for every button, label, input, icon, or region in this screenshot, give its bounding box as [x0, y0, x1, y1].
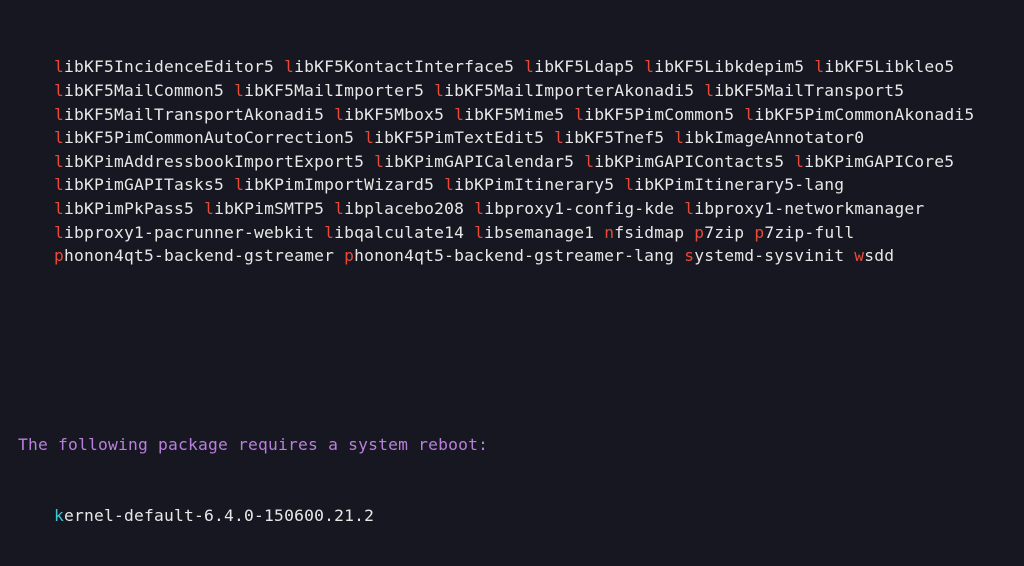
- package-name: libKF5Ldap5: [524, 57, 634, 76]
- package-name: libKF5PimCommonAkonadi5: [744, 105, 974, 124]
- package-row: phonon4qt5-backend-gstreamer phonon4qt5-…: [54, 244, 1006, 268]
- package-name: systemd-sysvinit: [684, 246, 844, 265]
- package-name: libKF5MailImporterAkonadi5: [434, 81, 694, 100]
- package-removal-list: libKF5IncidenceEditor5 libKF5KontactInte…: [18, 55, 1006, 268]
- package-name: libKPimGAPICore5: [794, 152, 954, 171]
- package-name: libKF5IncidenceEditor5: [54, 57, 274, 76]
- package-name: libsemanage1: [474, 223, 594, 242]
- package-name: libKPimGAPITasks5: [54, 175, 224, 194]
- package-name: libKF5MailCommon5: [54, 81, 224, 100]
- package-name: libKPimGAPICalendar5: [374, 152, 574, 171]
- package-row: libKF5MailCommon5 libKF5MailImporter5 li…: [54, 79, 1006, 103]
- package-name: libKF5Libkdepim5: [644, 57, 804, 76]
- package-name: libKPimSMTP5: [204, 199, 324, 218]
- terminal-output: libKF5IncidenceEditor5 libKF5KontactInte…: [0, 0, 1024, 566]
- package-name: libKF5MailTransport5: [704, 81, 904, 100]
- package-name: libplacebo208: [334, 199, 464, 218]
- package-name: libKF5Mbox5: [334, 105, 444, 124]
- package-name: libKPimAddressbookImportExport5: [54, 152, 364, 171]
- package-name: libKPimItinerary5-lang: [624, 175, 844, 194]
- package-row: libKPimAddressbookImportExport5 libKPimG…: [54, 150, 1006, 174]
- package-name: p7zip: [694, 223, 744, 242]
- package-name: libproxy1-networkmanager: [684, 199, 924, 218]
- package-name: libKF5Libkleo5: [814, 57, 954, 76]
- package-name: libKF5PimCommonAutoCorrection5: [54, 128, 354, 147]
- package-name: libKPimPkPass5: [54, 199, 194, 218]
- package-row: libKPimPkPass5 libKPimSMTP5 libplacebo20…: [54, 197, 1006, 221]
- package-name: libKPimItinerary5: [444, 175, 614, 194]
- package-name: libKF5MailTransportAkonadi5: [54, 105, 324, 124]
- package-name: libKPimImportWizard5: [234, 175, 434, 194]
- package-row: libKF5IncidenceEditor5 libKF5KontactInte…: [54, 55, 1006, 79]
- package-name: p7zip-full: [754, 223, 854, 242]
- package-name: libKF5KontactInterface5: [284, 57, 514, 76]
- package-name: libKF5Mime5: [454, 105, 564, 124]
- package-row: libproxy1-pacrunner-webkit libqalculate1…: [54, 221, 1006, 245]
- package-name: nfsidmap: [604, 223, 684, 242]
- package-name: libproxy1-config-kde: [474, 199, 674, 218]
- package-name: phonon4qt5-backend-gstreamer: [54, 246, 334, 265]
- package-row: libKF5MailTransportAkonadi5 libKF5Mbox5 …: [54, 103, 1006, 127]
- package-name: libKF5PimTextEdit5: [364, 128, 544, 147]
- package-name: libKF5PimCommon5: [574, 105, 734, 124]
- package-row: libKPimGAPITasks5 libKPimImportWizard5 l…: [54, 173, 1006, 197]
- package-name: libKF5MailImporter5: [234, 81, 424, 100]
- reboot-required-header: The following package requires a system …: [18, 433, 1006, 457]
- blank-line: [18, 339, 1006, 363]
- package-name: wsdd: [854, 246, 894, 265]
- package-name: libkImageAnnotator0: [674, 128, 864, 147]
- reboot-package: kernel-default-6.4.0-150600.21.2: [18, 504, 1006, 528]
- package-name: libproxy1-pacrunner-webkit: [54, 223, 314, 242]
- package-name: libKPimGAPIContacts5: [584, 152, 784, 171]
- package-name: phonon4qt5-backend-gstreamer-lang: [344, 246, 674, 265]
- package-name: libqalculate14: [324, 223, 464, 242]
- package-row: libKF5PimCommonAutoCorrection5 libKF5Pim…: [54, 126, 1006, 150]
- package-name: libKF5Tnef5: [554, 128, 664, 147]
